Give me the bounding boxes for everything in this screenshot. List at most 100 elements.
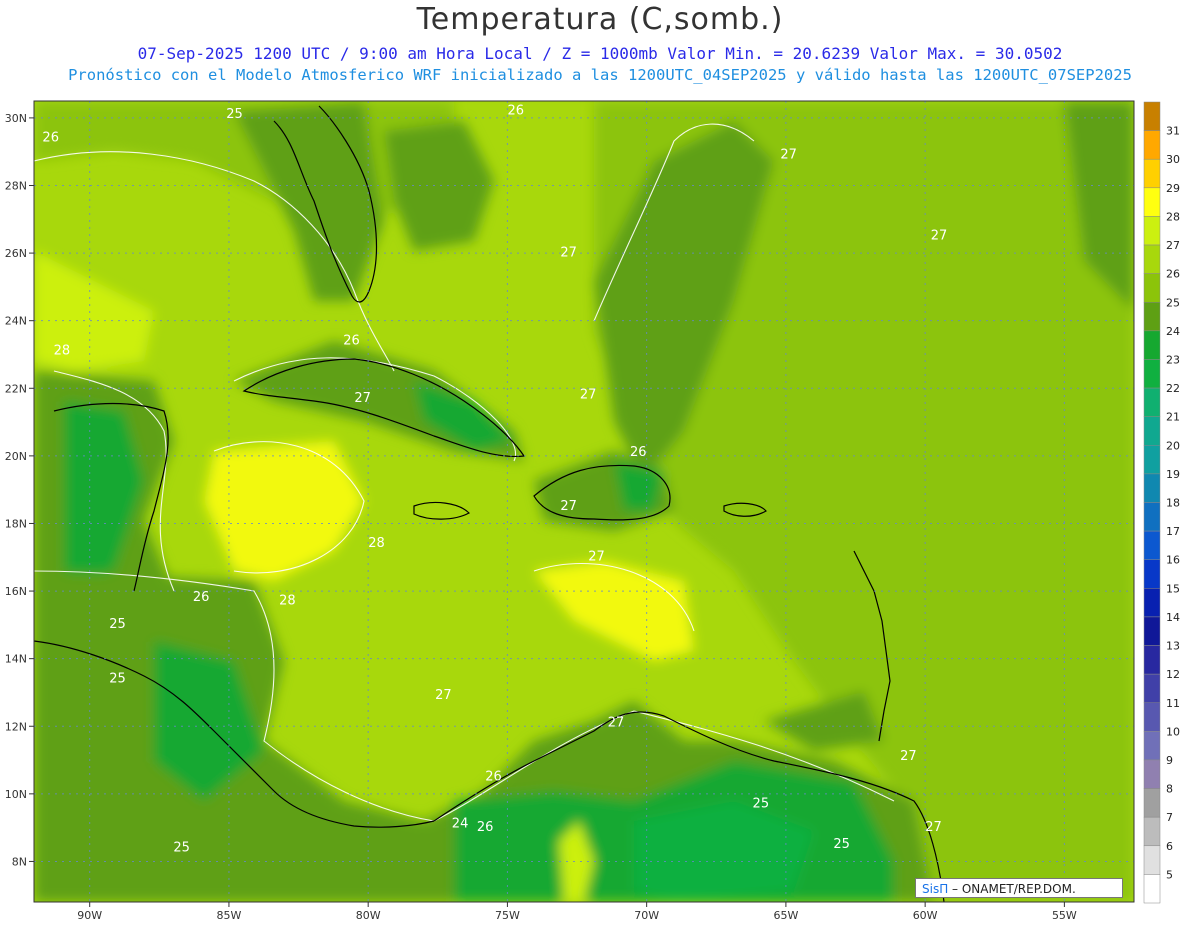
color-scale-label: 5 xyxy=(1166,868,1173,881)
contour-label: 26 xyxy=(343,333,360,348)
color-scale-label: 25 xyxy=(1166,296,1180,309)
lat-tick-label: 28N xyxy=(5,179,27,192)
color-scale-box xyxy=(1143,130,1161,160)
color-scale-label: 20 xyxy=(1166,439,1180,452)
contour-label: 27 xyxy=(580,387,597,402)
color-scale-label: 8 xyxy=(1166,783,1173,796)
contour-label: 25 xyxy=(226,107,243,122)
color-scale-label: 27 xyxy=(1166,239,1180,252)
lon-tick-label: 75W xyxy=(495,909,520,922)
lat-tick-label: 26N xyxy=(5,247,27,260)
color-scale-box xyxy=(1143,244,1161,274)
lat-tick-label: 16N xyxy=(5,585,27,598)
color-scale-box xyxy=(1143,273,1161,303)
contour-label: 25 xyxy=(833,837,850,852)
lat-tick-label: 22N xyxy=(5,382,27,395)
color-scale-box xyxy=(1143,816,1161,847)
temperature-map[interactable]: 25 26 26 27 27 27 28 26 27 27 26 27 27 28 28 26 25 25 27 27… xyxy=(34,101,1134,902)
color-scale-label: 15 xyxy=(1166,582,1180,595)
contour-label: 28 xyxy=(54,343,71,358)
run-info-subtitle: 07-Sep-2025 1200 UTC / 9:00 am Hora Loca… xyxy=(137,44,1063,63)
contour-label: 27 xyxy=(925,820,942,835)
contour-label: 27 xyxy=(560,499,577,514)
color-scale-box xyxy=(1143,101,1161,131)
color-scale-label: 16 xyxy=(1166,554,1180,567)
contour-label: 26 xyxy=(193,590,210,605)
contour-label: 26 xyxy=(485,769,502,784)
lat-tick-label: 8N xyxy=(12,855,27,868)
lon-tick-label: 65W xyxy=(773,909,798,922)
contour-label: 27 xyxy=(931,229,948,244)
color-scale-label: 29 xyxy=(1166,182,1180,195)
color-scale-label: 12 xyxy=(1166,668,1180,681)
contour-label: 27 xyxy=(588,550,605,565)
contour-label: 26 xyxy=(42,131,59,146)
color-scale-box xyxy=(1143,416,1161,446)
color-scale-boxes xyxy=(1143,101,1161,904)
color-scale-box xyxy=(1143,788,1161,818)
contour-label: 26 xyxy=(507,104,524,119)
color-scale-box xyxy=(1143,530,1161,560)
color-scale-box xyxy=(1143,702,1161,732)
contour-label: 26 xyxy=(630,445,647,460)
model-info-subtitle: Pronóstico con el Modelo Atmosferico WRF… xyxy=(68,66,1132,84)
contour-label: 25 xyxy=(173,840,190,855)
contour-label: 27 xyxy=(354,391,371,406)
color-scale-label: 6 xyxy=(1166,840,1173,853)
color-scale-box xyxy=(1143,616,1161,646)
contour-label: 26 xyxy=(477,820,494,835)
color-scale-box xyxy=(1143,731,1161,761)
contour-label: 25 xyxy=(753,796,770,811)
color-scale-box xyxy=(1143,330,1161,360)
latitude-ticks: 30N 28N 26N 24N 22N 20N 18N 16N 14N 12N 10N 8N xyxy=(5,112,34,868)
credit-box: SisΠ – ONAMET/REP.DOM. xyxy=(915,878,1123,898)
color-scale-label: 21 xyxy=(1166,411,1180,424)
color-scale-label: 24 xyxy=(1166,325,1180,338)
color-scale-box xyxy=(1143,759,1161,789)
color-scale-box xyxy=(1143,302,1161,332)
contour-label: 28 xyxy=(279,594,296,609)
contour-label: 24 xyxy=(452,817,469,832)
lat-tick-label: 14N xyxy=(5,653,27,666)
lon-tick-label: 70W xyxy=(634,909,659,922)
lat-tick-label: 12N xyxy=(5,720,27,733)
lon-tick-label: 60W xyxy=(913,909,938,922)
color-scale-label: 31 xyxy=(1166,125,1180,138)
contour-label: 27 xyxy=(560,245,577,260)
longitude-ticks: 90W 85W 80W 75W 70W 65W 60W 55W xyxy=(77,902,1077,922)
contour-label: 28 xyxy=(368,536,385,551)
color-scale-box xyxy=(1143,216,1161,246)
color-scale-box xyxy=(1143,588,1161,618)
color-scale-labels: 31 30 29 28 27 26 25 24 23 22 21 20 19 18 17 16 15 14 13 12… xyxy=(1166,125,1180,882)
contour-label: 25 xyxy=(109,617,126,632)
credit-org: – ONAMET/REP.DOM. xyxy=(948,882,1076,896)
lat-tick-label: 18N xyxy=(5,517,27,530)
color-scale-box xyxy=(1143,645,1161,675)
lat-tick-label: 24N xyxy=(5,315,27,328)
color-scale-label: 10 xyxy=(1166,725,1180,738)
contour-label: 27 xyxy=(780,147,797,162)
color-scale-box xyxy=(1143,187,1161,217)
color-scale-box xyxy=(1143,845,1161,875)
color-scale-label: 26 xyxy=(1166,268,1180,281)
contour-label: 25 xyxy=(109,671,126,686)
color-scale-box xyxy=(1143,359,1161,389)
color-scale-label: 11 xyxy=(1166,697,1180,710)
contour-label: 27 xyxy=(608,715,625,730)
color-scale-box xyxy=(1143,445,1161,475)
lat-tick-label: 20N xyxy=(5,450,27,463)
color-scale-label: 22 xyxy=(1166,382,1180,395)
color-scale-box xyxy=(1143,874,1161,904)
color-scale-label: 17 xyxy=(1166,525,1180,538)
color-scale-label: 13 xyxy=(1166,640,1180,653)
map-title: Temperatura (C,somb.) xyxy=(416,2,784,37)
color-scale-box xyxy=(1143,673,1161,704)
contour-label: 27 xyxy=(900,749,917,764)
lon-tick-label: 80W xyxy=(356,909,381,922)
color-scale-label: 23 xyxy=(1166,353,1180,366)
lon-tick-label: 55W xyxy=(1052,909,1077,922)
lat-tick-label: 30N xyxy=(5,112,27,125)
color-scale-label: 19 xyxy=(1166,468,1180,481)
lat-tick-label: 10N xyxy=(5,788,27,801)
color-scale-label: 30 xyxy=(1166,153,1180,166)
